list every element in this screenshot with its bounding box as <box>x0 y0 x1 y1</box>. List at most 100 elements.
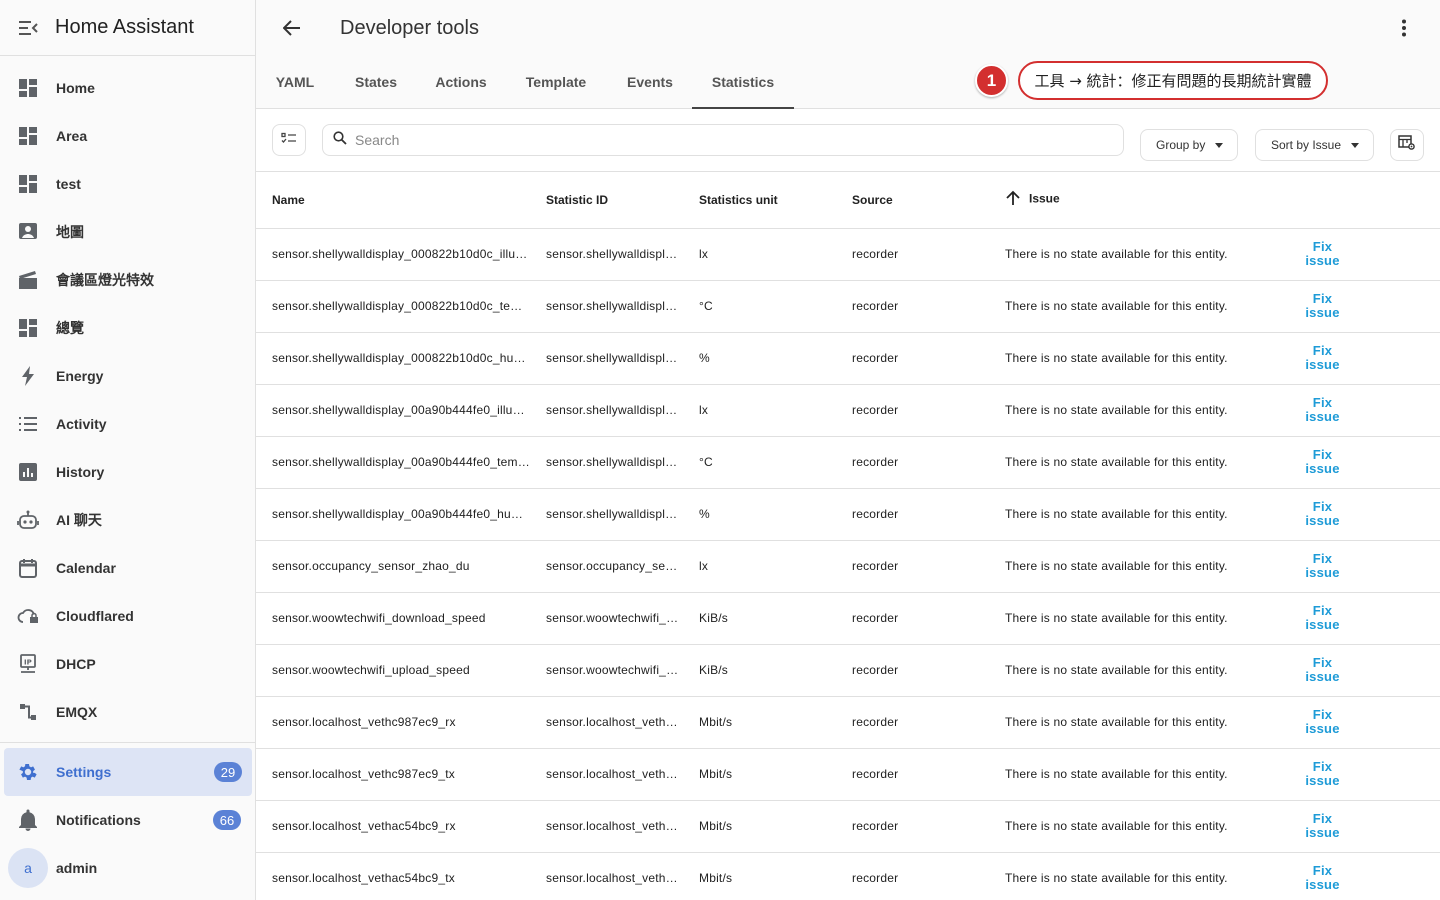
table-row[interactable]: sensor.shellywalldisplay_000822b10d0c_hu… <box>256 332 1440 385</box>
sort-by-dropdown[interactable]: Sort by Issue <box>1255 129 1375 161</box>
table-row[interactable]: sensor.shellywalldisplay_000822b10d0c_il… <box>256 228 1440 281</box>
cell-name: sensor.shellywalldisplay_000822b10d0c_te… <box>256 280 530 333</box>
table-row[interactable]: sensor.woowtechwifi_upload_speed sensor.w… <box>256 644 1440 697</box>
fix-issue-button[interactable]: Fix issue <box>1279 228 1366 281</box>
filter-button[interactable] <box>272 124 306 156</box>
fix-issue-button[interactable]: Fix issue <box>1279 800 1366 853</box>
fix-issue-label-line2: issue <box>1305 513 1340 528</box>
cell-name: sensor.woowtechwifi_upload_speed <box>256 644 530 697</box>
table-row[interactable]: sensor.localhost_vethc987ec9_tx sensor.lo… <box>256 748 1440 801</box>
sidebar-item-area[interactable]: Area <box>0 112 255 160</box>
table-row[interactable]: sensor.shellywalldisplay_00a90b444fe0_hu… <box>256 488 1440 541</box>
cell-source: recorder <box>836 228 989 281</box>
sidebar-item-label: 地圖 <box>56 224 84 240</box>
sidebar-item-user[interactable]: a admin <box>0 844 255 892</box>
sidebar-item-settings[interactable]: Settings 29 <box>4 748 252 796</box>
table-row[interactable]: sensor.shellywalldisplay_00a90b444fe0_il… <box>256 384 1440 437</box>
table-settings-button[interactable] <box>1390 129 1424 161</box>
sidebar-item-energy[interactable]: Energy <box>0 352 255 400</box>
page-title: Developer tools <box>340 16 479 39</box>
tab-yaml[interactable]: YAML <box>256 56 334 108</box>
tab-statistics[interactable]: Statistics <box>692 56 794 109</box>
fix-issue-button[interactable]: Fix issue <box>1279 488 1366 541</box>
column-header-name[interactable]: Name <box>256 172 530 229</box>
sidebar-item-test[interactable]: test <box>0 160 255 208</box>
fix-issue-button[interactable]: Fix issue <box>1279 540 1366 593</box>
sidebar-item-notifications[interactable]: Notifications 66 <box>0 796 255 844</box>
cell-statistic-id: sensor.woowtechwifi_download_speed <box>530 592 683 645</box>
fix-issue-button[interactable]: Fix issue <box>1279 280 1366 333</box>
table-row[interactable]: sensor.localhost_vethac54bc9_rx sensor.lo… <box>256 800 1440 853</box>
tab-events[interactable]: Events <box>608 56 692 108</box>
sidebar-item-ai-[interactable]: AI 聊天 <box>0 496 255 544</box>
cell-unit: KiB/s <box>683 592 836 645</box>
search-box <box>322 124 1124 156</box>
cell-name: sensor.occupancy_sensor_zhao_du <box>256 540 530 593</box>
tab-actions[interactable]: Actions <box>418 56 504 108</box>
column-header-statistic-id[interactable]: Statistic ID <box>530 172 683 229</box>
fix-issue-label-line2: issue <box>1305 617 1340 632</box>
search-input[interactable] <box>355 132 1055 148</box>
fix-issue-label-line1: Fix <box>1312 395 1333 410</box>
cell-statistic-id: sensor.woowtechwifi_upload_speed <box>530 644 683 697</box>
sidebar-divider <box>0 742 255 743</box>
group-by-label: Group by <box>1156 138 1206 152</box>
fix-issue-button[interactable]: Fix issue <box>1279 592 1366 645</box>
fix-issue-button[interactable]: Fix issue <box>1279 748 1366 801</box>
bell-icon <box>16 808 40 832</box>
table-body: sensor.shellywalldisplay_000822b10d0c_il… <box>256 228 1440 900</box>
table-row[interactable]: sensor.woowtechwifi_download_speed sensor… <box>256 592 1440 645</box>
menu-open-icon[interactable] <box>16 16 40 40</box>
cell-name: sensor.localhost_vethac54bc9_rx <box>256 800 530 853</box>
column-header-unit[interactable]: Statistics unit <box>683 172 836 229</box>
cell-source: recorder <box>836 748 989 801</box>
sidebar-item-activity[interactable]: Activity <box>0 400 255 448</box>
back-arrow-icon[interactable] <box>280 16 304 40</box>
fix-issue-button[interactable]: Fix issue <box>1279 384 1366 437</box>
tab-states[interactable]: States <box>334 56 418 108</box>
cell-spacer <box>1366 592 1440 645</box>
sidebar-item--[interactable]: 會議區燈光特效 <box>0 256 255 304</box>
cell-statistic-id: sensor.localhost_vethc987ec9_rx <box>530 696 683 749</box>
fix-issue-button[interactable]: Fix issue <box>1279 436 1366 489</box>
cell-spacer <box>1366 852 1440 900</box>
fix-issue-button[interactable]: Fix issue <box>1279 696 1366 749</box>
sidebar-item--[interactable]: 地圖 <box>0 208 255 256</box>
list-icon <box>16 412 40 436</box>
sidebar-item-calendar[interactable]: Calendar <box>0 544 255 592</box>
column-header-issue[interactable]: Issue <box>989 172 1279 229</box>
fix-issue-label-line2: issue <box>1305 357 1340 372</box>
table-row[interactable]: sensor.localhost_vethc987ec9_rx sensor.lo… <box>256 696 1440 749</box>
sidebar-item-history[interactable]: History <box>0 448 255 496</box>
tab-template[interactable]: Template <box>504 56 608 108</box>
fix-issue-label-line2: issue <box>1305 669 1340 684</box>
sidebar-item--[interactable]: 總覽 <box>0 304 255 352</box>
table-row[interactable]: sensor.localhost_vethac54bc9_tx sensor.lo… <box>256 852 1440 900</box>
sidebar-item-dhcp[interactable]: IP DHCP <box>0 640 255 688</box>
sidebar-item-label: Home <box>56 80 95 96</box>
sidebar-item-label: Cloudflared <box>56 608 134 624</box>
cell-spacer <box>1366 280 1440 333</box>
cell-issue: There is no state available for this ent… <box>989 332 1279 385</box>
fix-issue-button[interactable]: Fix issue <box>1279 644 1366 697</box>
fix-issue-button[interactable]: Fix issue <box>1279 332 1366 385</box>
sidebar-item-cloudflared[interactable]: Cloudflared <box>0 592 255 640</box>
cell-name: sensor.woowtechwifi_download_speed <box>256 592 530 645</box>
more-vertical-icon[interactable] <box>1392 16 1416 40</box>
group-by-dropdown[interactable]: Group by <box>1140 129 1239 161</box>
fix-issue-button[interactable]: Fix issue <box>1279 852 1366 900</box>
cell-source: recorder <box>836 540 989 593</box>
cell-issue: There is no state available for this ent… <box>989 228 1279 281</box>
fix-issue-label-line1: Fix <box>1312 551 1333 566</box>
cell-spacer <box>1366 748 1440 801</box>
table-row[interactable]: sensor.shellywalldisplay_00a90b444fe0_te… <box>256 436 1440 489</box>
sidebar-item-home[interactable]: Home <box>0 64 255 112</box>
cell-issue: There is no state available for this ent… <box>989 280 1279 333</box>
fix-issue-label-line2: issue <box>1305 773 1340 788</box>
fix-issue-label-line2: issue <box>1305 305 1340 320</box>
cell-name: sensor.localhost_vethac54bc9_tx <box>256 852 530 900</box>
table-row[interactable]: sensor.occupancy_sensor_zhao_du sensor.oc… <box>256 540 1440 593</box>
sidebar-item-emqx[interactable]: EMQX <box>0 688 255 736</box>
column-header-source[interactable]: Source <box>836 172 989 229</box>
table-row[interactable]: sensor.shellywalldisplay_000822b10d0c_te… <box>256 280 1440 333</box>
